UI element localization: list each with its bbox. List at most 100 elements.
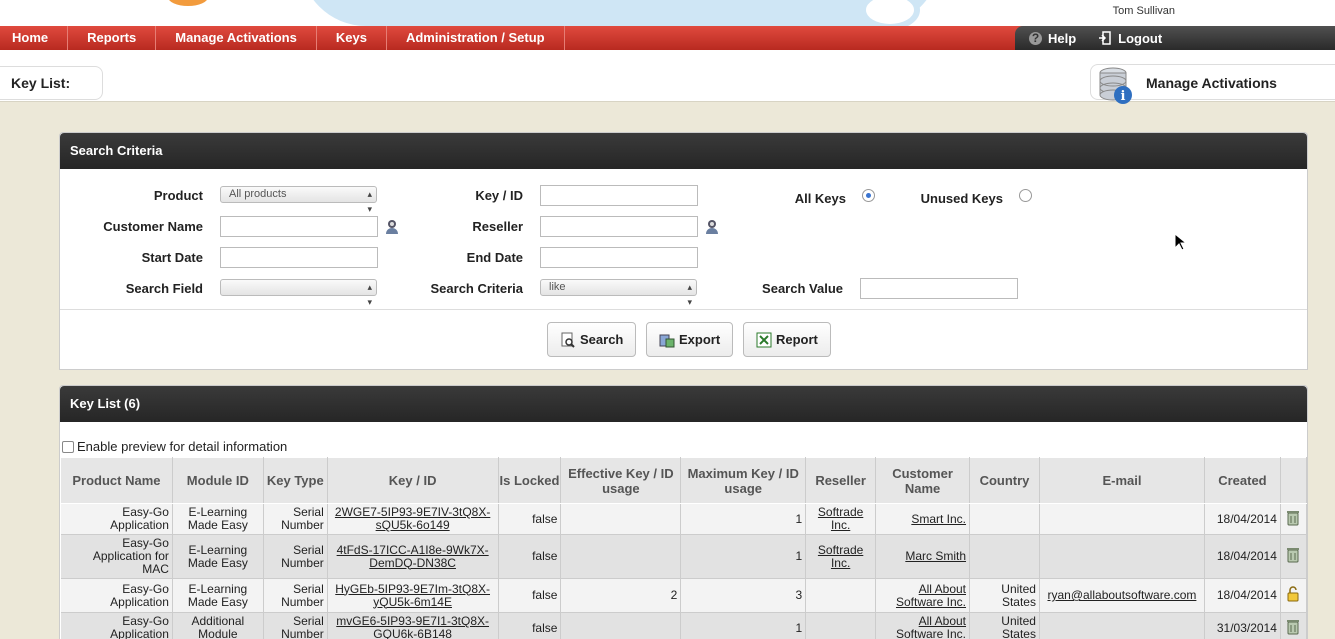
key-id-input[interactable] <box>540 185 698 206</box>
key-id-label: Key / ID <box>475 188 523 203</box>
email-link[interactable]: ryan@allaboutsoftware.com <box>1047 588 1196 602</box>
nav-manage-activations[interactable]: Manage Activations <box>156 26 317 50</box>
preview-toggle[interactable]: Enable preview for detail information <box>62 439 287 454</box>
reseller-label: Reseller <box>472 219 523 234</box>
customer-link[interactable]: Smart Inc. <box>911 512 966 526</box>
unlock-key-icon[interactable] <box>1286 586 1300 602</box>
customer-link[interactable]: All About Software Inc. <box>896 582 966 609</box>
col-maximum-usage[interactable]: Maximum Key / ID usage <box>680 457 807 504</box>
svg-text:i: i <box>1121 89 1126 104</box>
cell-module: E-Learning Made Easy <box>172 534 264 579</box>
cell-email <box>1039 534 1205 579</box>
cell-module: E-Learning Made Easy <box>172 503 264 535</box>
help-label: Help <box>1048 30 1077 46</box>
cell-type: Serial Number <box>263 578 328 613</box>
cell-created: 18/04/2014 <box>1204 503 1281 535</box>
table-row[interactable]: Easy-Go Application Additional Module Se… <box>60 612 1308 639</box>
key-link[interactable]: 4tFdS-17ICC-A1I8e-9Wk7X-DemDQ-DN38C <box>337 543 489 570</box>
key-table: Product Name Module ID Key Type Key / ID… <box>60 457 1308 639</box>
logout-icon <box>1099 31 1111 45</box>
nav-home[interactable]: Home <box>0 26 69 50</box>
key-link[interactable]: 2WGE7-5IP93-9E7IV-3tQ8X-sQU5k-6o149 <box>335 505 490 532</box>
nav-administration-setup[interactable]: Administration / Setup <box>387 26 565 50</box>
reseller-input[interactable] <box>540 216 698 237</box>
unused-keys-label: Unused Keys <box>920 191 1003 206</box>
cell-product: Easy-Go Application <box>60 578 173 613</box>
preview-label: Enable preview for detail information <box>77 439 288 454</box>
cell-locked: false <box>498 534 562 579</box>
page-title: Key List: <box>0 66 103 100</box>
report-button-label: Report <box>776 332 818 347</box>
search-value-input[interactable] <box>860 278 1018 299</box>
product-label: Product <box>153 188 203 203</box>
table-header-row: Product Name Module ID Key Type Key / ID… <box>60 457 1308 504</box>
customer-name-input[interactable] <box>220 216 378 237</box>
cell-created: 18/04/2014 <box>1204 578 1281 613</box>
col-effective-usage[interactable]: Effective Key / ID usage <box>560 457 682 504</box>
select-arrows-icon: ▴ ▾ <box>687 282 692 307</box>
cell-type: Serial Number <box>263 503 328 535</box>
search-value-label: Search Value <box>762 281 843 296</box>
customer-name-label: Customer Name <box>103 219 203 234</box>
key-list-panel: Key List (6) Enable preview for detail i… <box>59 385 1308 639</box>
search-field-select[interactable]: ▴ ▾ <box>220 279 377 307</box>
reseller-link[interactable]: Softrade Inc. <box>818 543 863 570</box>
product-select[interactable]: All products ▴ ▾ <box>220 186 377 214</box>
end-date-label: End Date <box>466 250 523 265</box>
all-keys-radio[interactable] <box>862 189 875 202</box>
col-actions <box>1279 457 1308 504</box>
cell-created: 31/03/2014 <box>1204 612 1281 639</box>
end-date-input[interactable] <box>540 247 698 268</box>
col-is-locked[interactable]: Is Locked <box>497 457 562 504</box>
search-criteria-panel: Search Criteria Product All products ▴ ▾ … <box>59 132 1308 370</box>
col-country[interactable]: Country <box>969 457 1040 504</box>
delete-icon[interactable] <box>1286 547 1300 563</box>
search-button[interactable]: Search <box>547 322 637 357</box>
customer-link[interactable]: All About Software Inc. <box>896 614 966 639</box>
user-name: Tom Sullivan <box>1112 5 1175 17</box>
database-info-icon: i <box>1099 67 1132 104</box>
unused-keys-radio[interactable] <box>1019 189 1032 202</box>
nav-keys[interactable]: Keys <box>317 26 387 50</box>
cell-country: United States <box>969 612 1040 639</box>
cell-module: Additional Module <box>172 612 264 639</box>
nav-right: ? Help Logout <box>1015 26 1335 50</box>
cell-email <box>1039 612 1205 639</box>
cell-product: Easy-Go Application <box>60 503 173 535</box>
col-key-id[interactable]: Key / ID <box>326 457 499 504</box>
banner-graphic-ring <box>860 0 920 26</box>
table-row[interactable]: Easy-Go Application for MAC E-Learning M… <box>60 534 1308 579</box>
cell-effective: 2 <box>560 578 682 613</box>
col-created[interactable]: Created <box>1203 457 1281 504</box>
report-button[interactable]: Report <box>743 322 831 357</box>
customer-link[interactable]: Marc Smith <box>905 549 966 563</box>
search-button-label: Search <box>580 332 624 347</box>
col-key-type[interactable]: Key Type <box>262 457 328 504</box>
cell-locked: false <box>498 578 562 613</box>
col-customer-name[interactable]: Customer Name <box>875 457 971 504</box>
select-arrows-icon: ▴ ▾ <box>367 282 372 307</box>
logout-link[interactable]: Logout <box>1098 31 1162 46</box>
nav-reports[interactable]: Reports <box>68 26 157 50</box>
col-reseller[interactable]: Reseller <box>805 457 877 504</box>
cell-type: Serial Number <box>263 612 328 639</box>
start-date-input[interactable] <box>220 247 378 268</box>
top-banner: Tom Sullivan <box>0 0 1335 26</box>
export-button[interactable]: Export <box>646 322 734 357</box>
delete-icon[interactable] <box>1286 510 1300 526</box>
key-link[interactable]: mvGE6-5IP93-9E7I1-3tQ8X-GQU6k-6B148 <box>336 614 489 639</box>
logo-graphic <box>168 0 208 6</box>
cell-maximum: 1 <box>680 612 807 639</box>
table-row[interactable]: Easy-Go Application E-Learning Made Easy… <box>60 503 1308 535</box>
col-email[interactable]: E-mail <box>1038 457 1205 504</box>
search-criteria-select[interactable]: like ▴ ▾ <box>540 279 697 307</box>
delete-icon[interactable] <box>1286 619 1300 635</box>
col-product-name[interactable]: Product Name <box>60 457 173 504</box>
reseller-lookup-icon[interactable] <box>705 219 719 235</box>
col-module-id[interactable]: Module ID <box>171 457 264 504</box>
help-link[interactable]: ? Help <box>1029 31 1076 46</box>
key-link[interactable]: HyGEb-5IP93-9E7Im-3tQ8X-yQU5k-6m14E <box>335 582 490 609</box>
preview-checkbox[interactable] <box>62 440 74 453</box>
table-row[interactable]: Easy-Go Application E-Learning Made Easy… <box>60 578 1308 613</box>
reseller-link[interactable]: Softrade Inc. <box>818 505 863 532</box>
